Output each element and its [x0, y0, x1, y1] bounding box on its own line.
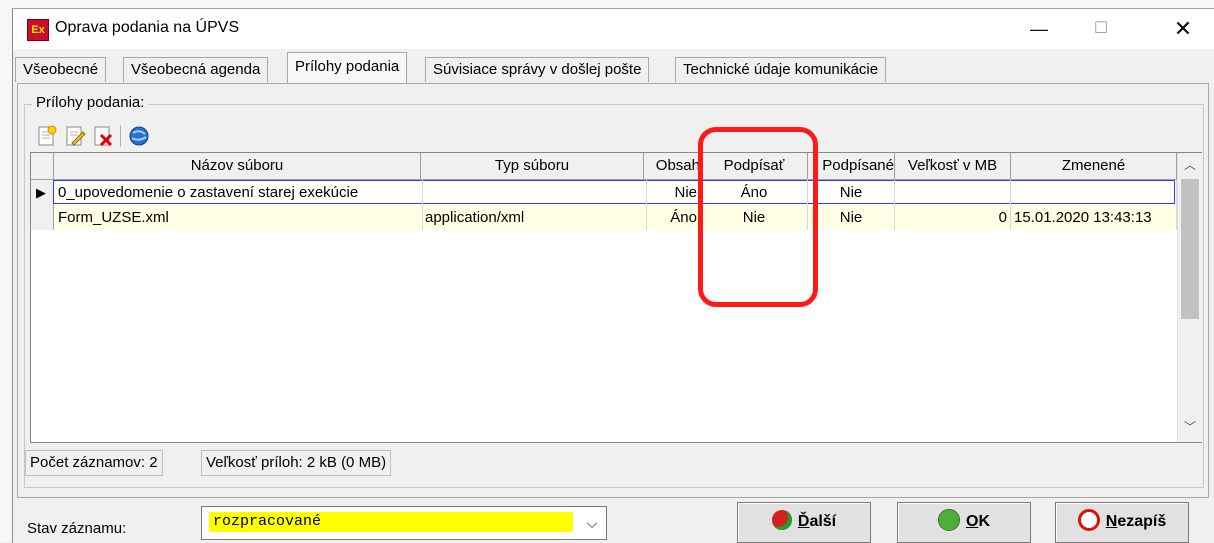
attachments-group-label: Prílohy podania: — [32, 94, 149, 111]
attachments-size: Veľkosť príloh: 2 kB (0 MB) — [201, 450, 392, 476]
toolbar-separator — [120, 125, 121, 147]
column-header-filetype[interactable]: Typ súboru — [421, 153, 644, 179]
cell-filetype[interactable] — [422, 180, 647, 205]
app-icon: Ex — [27, 19, 49, 41]
ok-button[interactable]: OK — [897, 502, 1031, 543]
cell-content[interactable]: Áno — [644, 205, 701, 230]
scroll-up-icon[interactable]: ︿ — [1178, 153, 1202, 177]
tab-strip: Všeobecné Všeobecná agenda Prílohy podan… — [13, 52, 1214, 85]
cell-changed[interactable] — [1011, 180, 1177, 205]
tab-attachments[interactable]: Prílohy podania — [287, 52, 408, 83]
cell-size[interactable] — [895, 180, 1011, 205]
new-document-icon[interactable] — [36, 125, 58, 147]
next-button[interactable]: Ďalší — [737, 502, 871, 543]
record-state-select[interactable]: rozpracované ⌵ — [201, 506, 607, 540]
cell-signed[interactable]: Nie — [808, 180, 895, 205]
grid-header: Názov súboru Typ súboru Obsah Podpísať P… — [31, 153, 1177, 180]
current-row-arrow-icon: ▶ — [36, 185, 46, 200]
column-header-changed[interactable]: Zmenené — [1011, 153, 1177, 179]
maximize-button[interactable]: ☐ — [1071, 9, 1131, 49]
column-header-content[interactable]: Obsah — [644, 153, 701, 179]
vertical-scrollbar[interactable]: ︿ ﹀ — [1177, 153, 1202, 442]
scroll-thumb[interactable] — [1181, 179, 1199, 319]
delete-document-icon[interactable] — [92, 125, 114, 147]
window-title: Oprava podania na ÚPVS — [55, 19, 240, 36]
dialog-window: Ex Oprava podania na ÚPVS — ☐ ✕ Všeobecn… — [12, 8, 1214, 543]
no-entry-icon — [1077, 508, 1100, 531]
highlight-annotation — [698, 127, 818, 307]
table-row[interactable]: ▶ 0_upovedomenie o zastavení starej exek… — [31, 180, 1177, 205]
tab-general[interactable]: Všeobecné — [15, 57, 107, 82]
cell-filename[interactable]: 0_upovedomenie o zastavení starej exekúc… — [55, 180, 423, 205]
cell-content[interactable]: Nie — [644, 180, 701, 205]
chevron-down-icon[interactable]: ⌵ — [580, 507, 604, 539]
next-icon — [771, 509, 792, 530]
attachments-grid: Názov súboru Typ súboru Obsah Podpísať P… — [30, 152, 1202, 443]
record-count: Počet záznamov: 2 — [25, 450, 163, 476]
tab-panel: Prílohy podania: Názov súboru Typ súboru… — [17, 83, 1209, 498]
header-indicator — [31, 153, 54, 179]
cell-filetype[interactable]: application/xml — [422, 205, 647, 230]
cell-size[interactable]: 0 — [895, 205, 1011, 230]
checkmark-icon — [937, 508, 960, 531]
minimize-button[interactable]: — — [1009, 9, 1069, 49]
discard-button[interactable]: Nezapíš — [1055, 502, 1189, 543]
refresh-globe-icon[interactable] — [128, 125, 150, 147]
scroll-down-icon[interactable]: ﹀ — [1178, 415, 1202, 439]
column-header-size[interactable]: Veľkosť v MB — [895, 153, 1011, 179]
cell-signed[interactable]: Nie — [808, 205, 895, 230]
title-bar[interactable]: Ex Oprava podania na ÚPVS — ☐ ✕ — [13, 9, 1214, 49]
row-indicator — [31, 205, 54, 230]
table-row[interactable]: Form_UZSE.xml application/xml Áno Nie Ni… — [31, 205, 1177, 230]
column-header-signed[interactable]: Podpísané — [808, 153, 895, 179]
tab-general-agenda[interactable]: Všeobecná agenda — [123, 57, 269, 82]
column-header-filename[interactable]: Názov súboru — [54, 153, 421, 179]
background-strip-left — [0, 0, 12, 542]
cell-changed[interactable]: 15.01.2020 13:43:13 — [1011, 205, 1177, 230]
record-state-value[interactable]: rozpracované — [209, 512, 573, 532]
cell-filename[interactable]: Form_UZSE.xml — [55, 205, 423, 230]
status-bar: Počet záznamov: 2 Veľkosť príloh: 2 kB (… — [25, 450, 1175, 476]
record-state-label: Stav záznamu: — [27, 520, 127, 537]
attachments-toolbar — [30, 119, 1190, 153]
row-indicator: ▶ — [31, 180, 54, 205]
tab-related-messages[interactable]: Súvisiace správy v došlej pošte — [425, 57, 650, 82]
close-button[interactable]: ✕ — [1153, 9, 1213, 49]
tab-technical-data[interactable]: Technické údaje komunikácie — [675, 57, 887, 82]
edit-document-icon[interactable] — [64, 125, 86, 147]
